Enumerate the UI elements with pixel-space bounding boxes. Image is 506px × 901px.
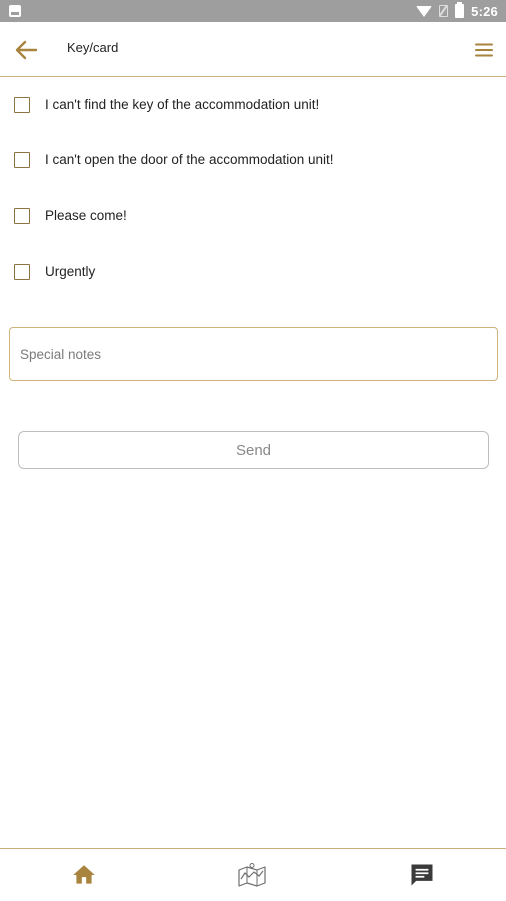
nav-home[interactable] [66, 857, 102, 893]
app-bar: Key/card [0, 22, 506, 77]
menu-button[interactable] [472, 38, 496, 62]
status-icons: 5:26 [416, 0, 498, 22]
hamburger-menu-icon [475, 43, 493, 57]
bottom-nav [0, 848, 506, 901]
nav-map[interactable] [234, 857, 270, 893]
special-notes-input[interactable] [20, 328, 485, 380]
option-label: I can't open the door of the accommodati… [45, 152, 334, 167]
option-label: I can't find the key of the accommodatio… [45, 97, 320, 112]
home-icon [73, 865, 95, 884]
send-button[interactable]: Send [18, 431, 489, 469]
wifi-icon [416, 5, 433, 17]
status-bar: 5:26 [0, 0, 506, 22]
checkbox[interactable] [14, 208, 30, 224]
checkbox[interactable] [14, 264, 30, 280]
page-title: Key/card [67, 40, 119, 55]
option-urgently[interactable]: Urgently [0, 252, 506, 292]
option-please-come[interactable]: Please come! [0, 196, 506, 236]
checkbox[interactable] [14, 152, 30, 168]
option-label: Please come! [45, 208, 127, 223]
battery-icon [455, 2, 465, 18]
map-icon [238, 863, 266, 887]
chat-icon [411, 864, 433, 886]
back-button[interactable] [10, 34, 42, 66]
option-label: Urgently [45, 264, 96, 279]
status-time: 5:26 [471, 3, 498, 19]
no-sim-icon [439, 5, 449, 17]
arrow-left-icon [15, 40, 38, 60]
notification-image-icon [9, 5, 21, 17]
checkbox[interactable] [14, 97, 30, 113]
nav-chat[interactable] [404, 857, 440, 893]
special-notes-field[interactable] [9, 327, 498, 381]
option-key-not-found[interactable]: I can't find the key of the accommodatio… [0, 85, 506, 125]
option-door-wont-open[interactable]: I can't open the door of the accommodati… [0, 140, 506, 180]
